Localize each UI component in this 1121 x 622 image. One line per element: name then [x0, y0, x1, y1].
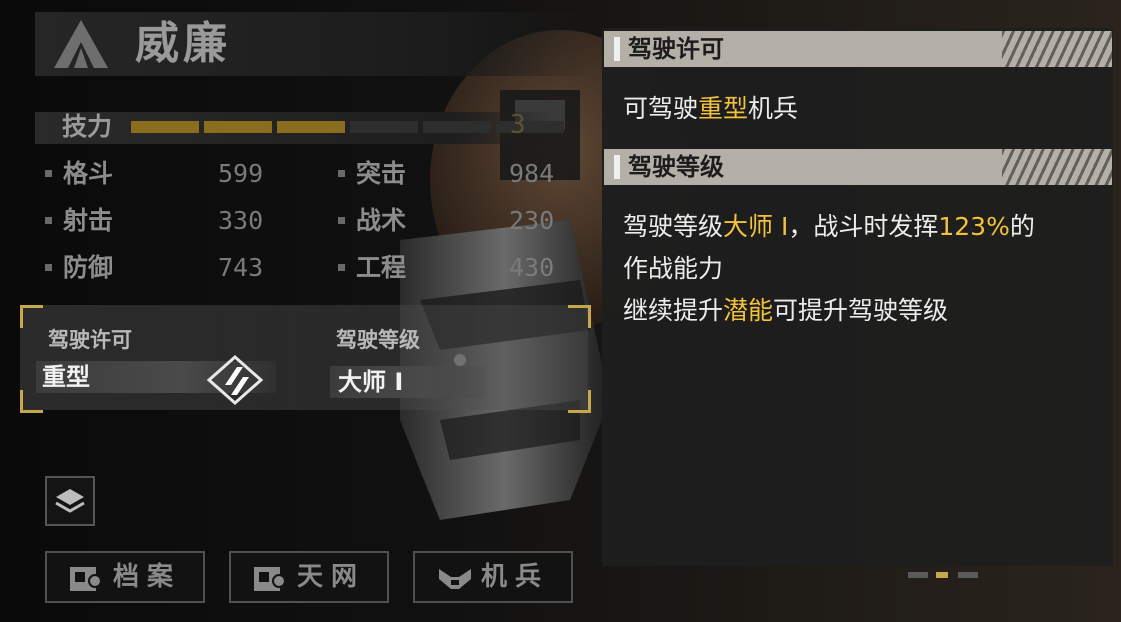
- text-span: 继续提升: [623, 296, 724, 325]
- license-value: 重型: [42, 363, 90, 391]
- highlight-text: 潜能: [723, 296, 774, 325]
- header-texture: [1002, 149, 1112, 185]
- level-label: 驾驶等级: [336, 328, 420, 352]
- text-span: 可提升驾驶等级: [773, 296, 949, 325]
- text-span: 机兵: [748, 94, 799, 123]
- text-span: 的: [1009, 212, 1035, 241]
- header-marker: [614, 37, 620, 61]
- pilot-card[interactable]: [20, 305, 588, 410]
- corner-bracket: [568, 305, 591, 328]
- layers-button[interactable]: [45, 476, 95, 526]
- skill-label: 技力: [62, 112, 113, 141]
- bullet-icon: [45, 264, 52, 271]
- stat-label: 工程: [356, 253, 407, 282]
- pilot-emblem-icon: [207, 355, 263, 405]
- skynet-label: 天网: [297, 562, 366, 592]
- text-span: 驾驶等级: [623, 212, 724, 241]
- level-description-line2: 作战能力: [623, 254, 724, 283]
- mech-button[interactable]: 机兵: [413, 551, 573, 603]
- license-section-title: 驾驶许可: [628, 35, 724, 63]
- stat-label: 射击: [63, 206, 114, 235]
- stat-value: 599: [218, 159, 264, 188]
- stat-defense: 防御 743: [45, 252, 275, 284]
- stat-value: 743: [218, 253, 264, 282]
- bullet-icon: [45, 217, 52, 224]
- skill-segment-filled: [204, 121, 272, 133]
- page-dot[interactable]: [958, 572, 978, 578]
- archive-icon: [70, 567, 102, 591]
- skill-value: 3: [510, 110, 526, 140]
- stat-value: 430: [509, 253, 555, 282]
- stat-label: 突击: [356, 159, 407, 188]
- level-description-line1: 驾驶等级大师 I，战斗时发挥123%的: [623, 206, 1035, 248]
- stat-label: 格斗: [63, 159, 114, 188]
- stat-label: 防御: [63, 253, 114, 282]
- stat-value: 984: [509, 159, 555, 188]
- stat-melee: 格斗 599: [45, 158, 275, 190]
- level-section-header: 驾驶等级: [604, 149, 1112, 185]
- mech-icon: [439, 569, 471, 589]
- skill-segment-filled: [277, 121, 345, 133]
- header-texture: [1002, 31, 1112, 67]
- skill-segment-empty: [496, 121, 564, 133]
- text-span: 可驾驶: [623, 94, 699, 123]
- skynet-button[interactable]: 天网: [229, 551, 389, 603]
- layers-icon: [55, 489, 85, 513]
- stat-engineering: 工程 430: [338, 252, 568, 284]
- level-description-line3: 继续提升潜能可提升驾驶等级: [623, 290, 948, 332]
- bullet-icon: [338, 170, 345, 177]
- license-section-header: 驾驶许可: [604, 31, 1112, 67]
- corner-bracket: [20, 305, 43, 328]
- game-screen: 威廉 技力 3 格斗 599 突击 984 射击 330 战术 230 防御 7…: [0, 0, 1121, 622]
- level-section-title: 驾驶等级: [628, 153, 724, 181]
- archive-label: 档案: [113, 562, 182, 592]
- header-marker: [614, 155, 620, 179]
- stat-value: 330: [218, 206, 264, 235]
- skill-segment-filled: [131, 121, 199, 133]
- level-value: 大师 I: [338, 368, 404, 396]
- bullet-icon: [45, 170, 52, 177]
- emblem-icon: [54, 20, 108, 68]
- character-name: 威廉: [135, 18, 231, 69]
- stat-label: 战术: [356, 206, 407, 235]
- license-description: 可驾驶重型机兵: [623, 88, 798, 130]
- stat-shooting: 射击 330: [45, 205, 275, 237]
- page-dot-active[interactable]: [936, 572, 948, 578]
- bullet-icon: [338, 217, 345, 224]
- page-dot[interactable]: [908, 572, 928, 578]
- skill-segment-empty: [423, 121, 491, 133]
- mech-label: 机兵: [481, 562, 550, 592]
- archive-button[interactable]: 档案: [45, 551, 205, 603]
- stat-value: 230: [509, 206, 555, 235]
- skynet-icon: [254, 567, 286, 591]
- skill-segment-empty: [350, 121, 418, 133]
- stat-assault: 突击 984: [338, 158, 568, 190]
- corner-bracket: [20, 390, 43, 413]
- text-span: ，战斗时发挥: [788, 212, 939, 241]
- highlight-text: 大师 I: [723, 212, 789, 241]
- license-label: 驾驶许可: [48, 328, 132, 352]
- stat-tactics: 战术 230: [338, 205, 568, 237]
- highlight-text: 重型: [698, 94, 749, 123]
- name-bar: [35, 12, 595, 76]
- highlight-text: 123%: [938, 212, 1010, 241]
- bullet-icon: [338, 264, 345, 271]
- corner-bracket: [568, 390, 591, 413]
